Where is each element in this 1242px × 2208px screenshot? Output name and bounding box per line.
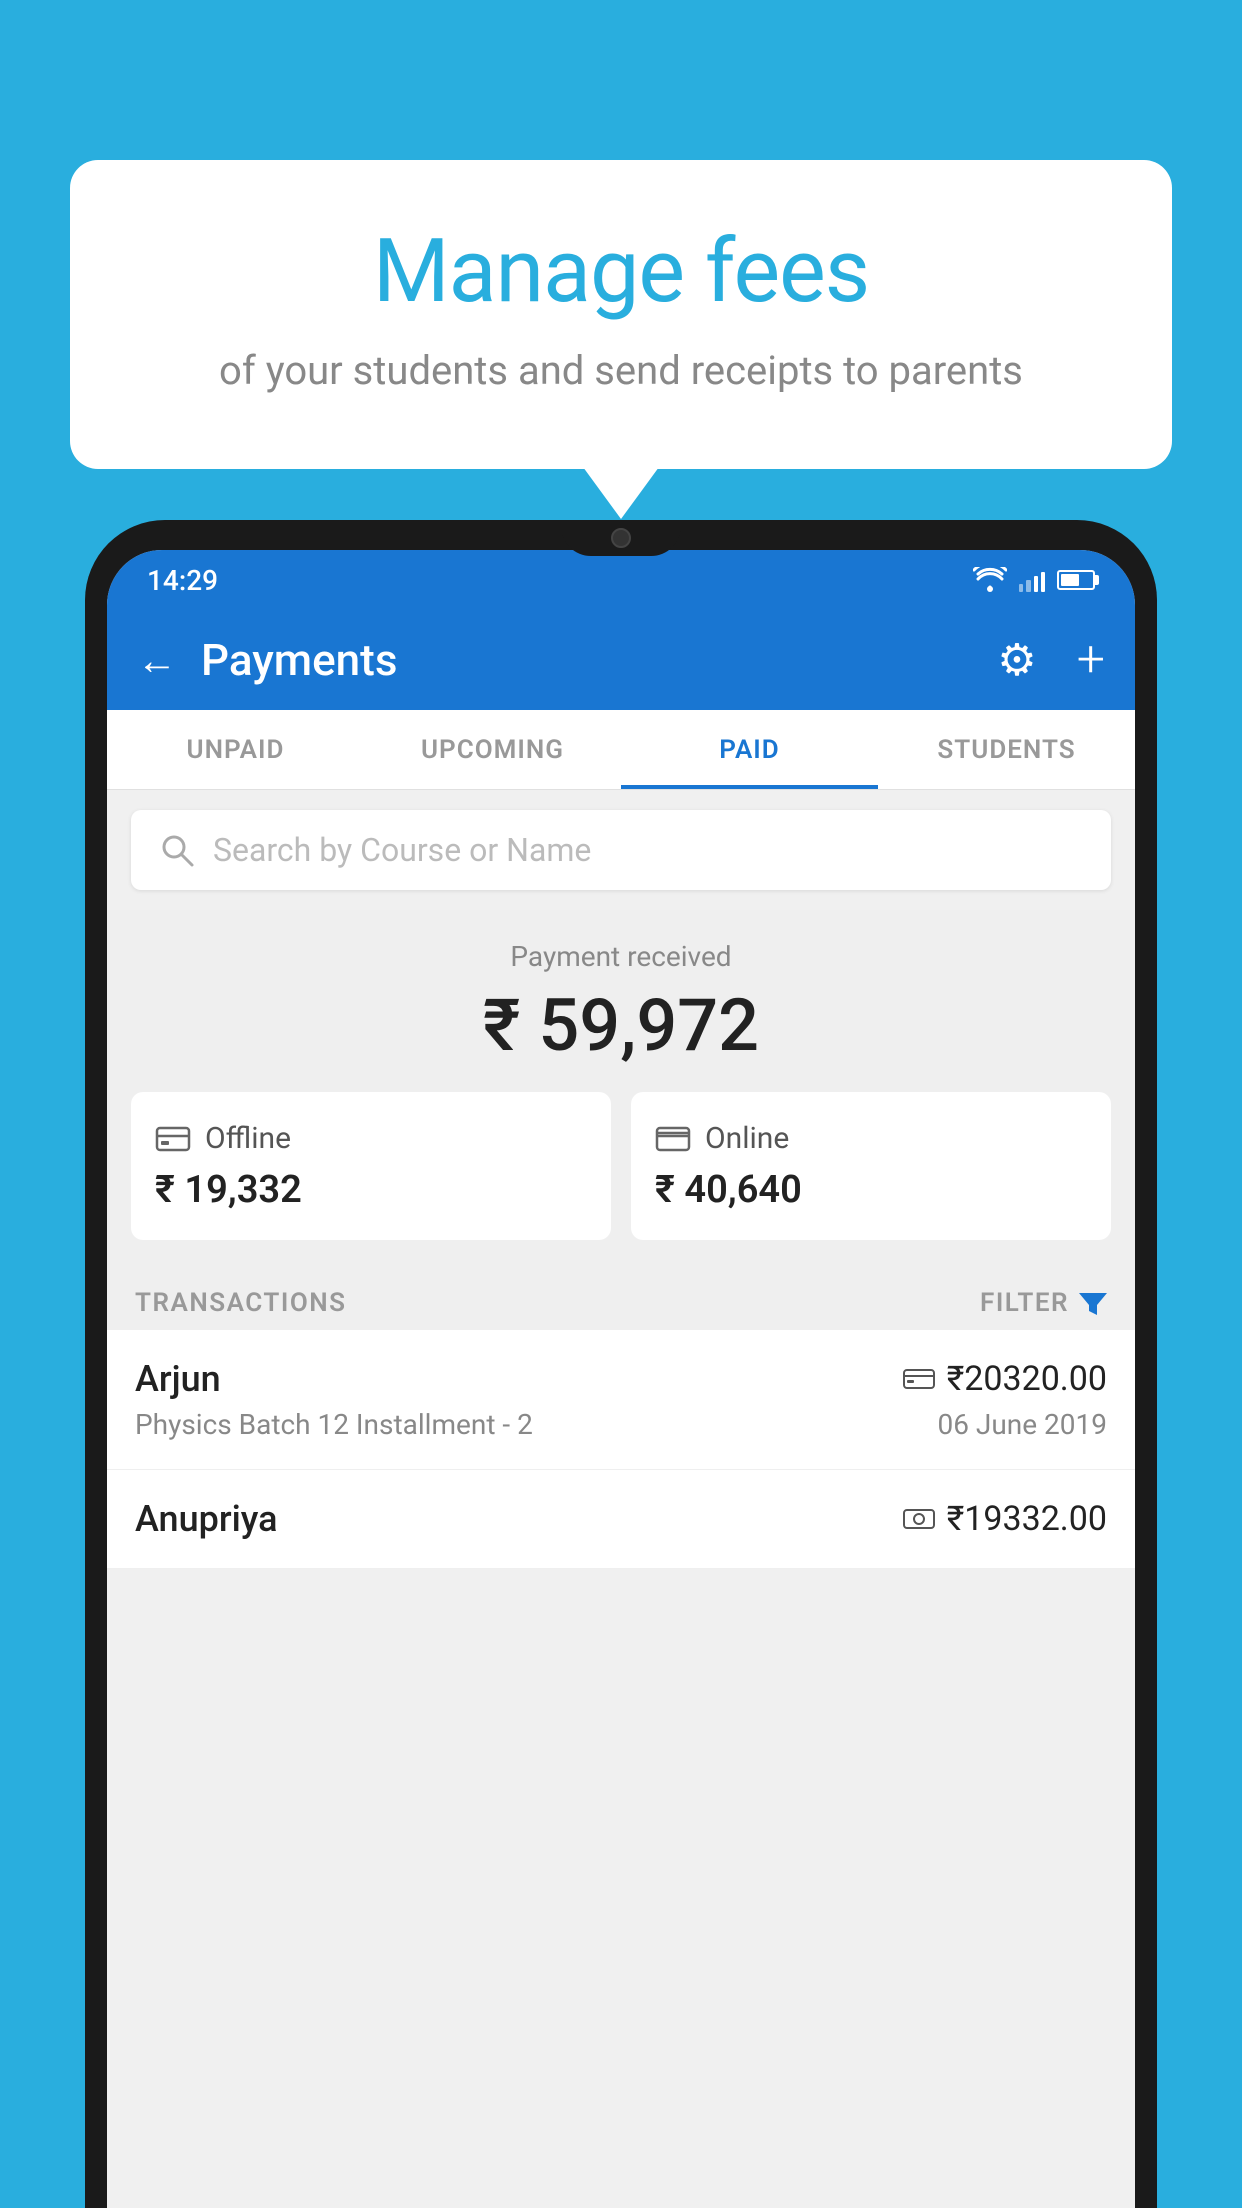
transaction-amount: ₹19332.00	[947, 1499, 1107, 1539]
online-icon	[655, 1120, 691, 1156]
transaction-item[interactable]: Anupriya ₹19332.00	[107, 1470, 1135, 1569]
transaction-course: Physics Batch 12 Installment - 2	[135, 1408, 533, 1441]
app-header: ← Payments ⚙ +	[107, 610, 1135, 710]
tab-upcoming[interactable]: UPCOMING	[364, 710, 621, 789]
speech-bubble: Manage fees of your students and send re…	[70, 160, 1172, 469]
status-icons	[973, 567, 1095, 593]
online-card-top: Online	[655, 1120, 789, 1156]
offline-label: Offline	[205, 1121, 291, 1156]
tab-students[interactable]: STUDENTS	[878, 710, 1135, 789]
settings-button[interactable]: ⚙	[997, 634, 1036, 686]
transactions-label: TRANSACTIONS	[135, 1288, 347, 1318]
signal-icon	[1019, 568, 1045, 592]
transaction-item[interactable]: Arjun ₹20320.00 Physics Batch 12 Install…	[107, 1330, 1135, 1470]
tab-paid[interactable]: PAID	[621, 710, 878, 789]
header-title: Payments	[201, 634, 973, 686]
battery-icon	[1057, 570, 1095, 590]
phone-screen: 14:29	[107, 550, 1135, 2208]
back-button[interactable]: ←	[137, 637, 177, 684]
status-bar: 14:29	[107, 550, 1135, 610]
transaction-row1: Arjun ₹20320.00	[135, 1358, 1107, 1400]
add-button[interactable]: +	[1077, 631, 1105, 689]
transaction-name: Arjun	[135, 1358, 221, 1400]
transaction-amount-row: ₹20320.00	[903, 1359, 1107, 1399]
speech-bubble-container: Manage fees of your students and send re…	[70, 160, 1172, 469]
bubble-subtitle: of your students and send receipts to pa…	[150, 343, 1092, 399]
status-time: 14:29	[147, 564, 218, 597]
tab-unpaid[interactable]: UNPAID	[107, 710, 364, 789]
filter-label: FILTER	[980, 1288, 1069, 1318]
card-payment-icon	[903, 1367, 935, 1391]
search-bar[interactable]: Search by Course or Name	[131, 810, 1111, 890]
search-input[interactable]: Search by Course or Name	[213, 831, 591, 869]
transaction-amount: ₹20320.00	[947, 1359, 1107, 1399]
online-label: Online	[705, 1121, 789, 1156]
tabs-bar: UNPAID UPCOMING PAID STUDENTS	[107, 710, 1135, 790]
transaction-amount-row: ₹19332.00	[903, 1499, 1107, 1539]
online-amount: ₹ 40,640	[655, 1168, 802, 1212]
payment-cards: Offline ₹ 19,332 Online	[131, 1092, 1111, 1240]
offline-amount: ₹ 19,332	[155, 1168, 302, 1212]
payment-total: ₹ 59,972	[131, 983, 1111, 1068]
transaction-row2: Physics Batch 12 Installment - 2 06 June…	[135, 1408, 1107, 1441]
phone-camera	[611, 528, 631, 548]
filter-button[interactable]: FILTER	[980, 1288, 1107, 1318]
offline-card: Offline ₹ 19,332	[131, 1092, 611, 1240]
search-icon	[159, 832, 195, 868]
transaction-name: Anupriya	[135, 1498, 278, 1540]
payment-received-label: Payment received	[131, 940, 1111, 973]
app-background: Manage fees of your students and send re…	[0, 0, 1242, 2208]
phone-frame: 14:29	[85, 520, 1157, 2208]
cash-payment-icon	[903, 1507, 935, 1531]
transaction-row1: Anupriya ₹19332.00	[135, 1498, 1107, 1540]
transactions-header: TRANSACTIONS FILTER	[107, 1264, 1135, 1330]
filter-icon	[1079, 1289, 1107, 1317]
wifi-icon	[973, 567, 1007, 593]
transaction-list: Arjun ₹20320.00 Physics Batch 12 Install…	[107, 1330, 1135, 1569]
offline-icon	[155, 1120, 191, 1156]
offline-card-top: Offline	[155, 1120, 291, 1156]
battery-fill	[1061, 574, 1079, 586]
transaction-date: 06 June 2019	[937, 1408, 1107, 1441]
online-card: Online ₹ 40,640	[631, 1092, 1111, 1240]
bubble-title: Manage fees	[150, 220, 1092, 323]
payment-summary: Payment received ₹ 59,972 Offline	[107, 910, 1135, 1264]
phone-notch	[561, 520, 681, 556]
